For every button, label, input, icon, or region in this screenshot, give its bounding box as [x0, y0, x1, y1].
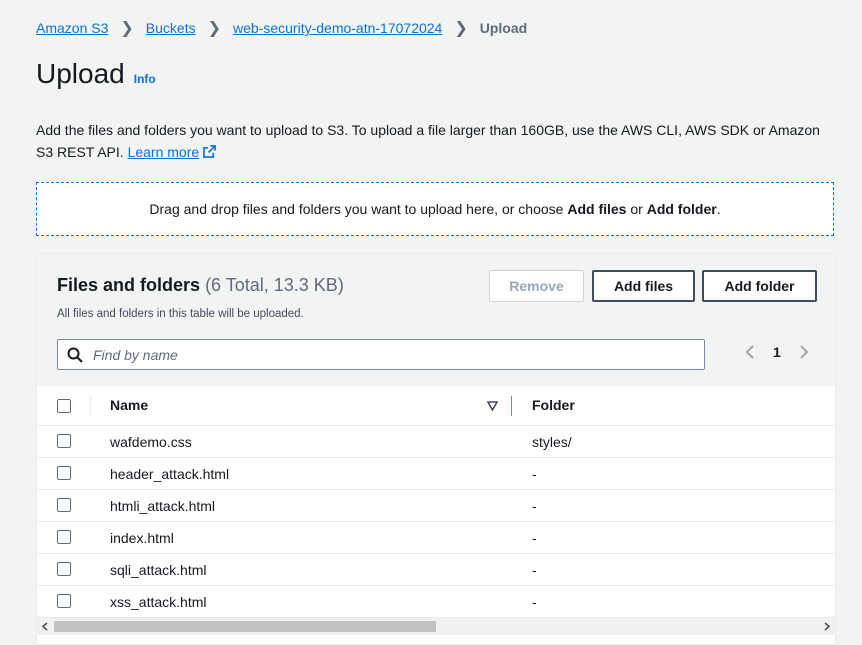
add-folder-button[interactable]: Add folder: [702, 270, 817, 302]
column-divider: [90, 396, 91, 416]
table-header: Name Folder: [37, 387, 835, 426]
column-resizer[interactable]: [511, 396, 512, 416]
breadcrumb-buckets[interactable]: Buckets: [146, 20, 196, 36]
file-name: sqli_attack.html: [110, 562, 207, 578]
dropzone-add-files: Add files: [567, 201, 627, 217]
files-and-folders-panel: Files and folders (6 Total, 13.3 KB) All…: [36, 253, 836, 645]
search-input[interactable]: [91, 345, 675, 364]
dropzone-suffix: .: [716, 201, 721, 217]
file-folder: -: [532, 530, 537, 546]
chevron-left-icon[interactable]: [743, 344, 757, 360]
panel-count: (6 Total, 13.3 KB): [205, 275, 344, 295]
chevron-right-icon: ❯: [120, 20, 134, 37]
table-row: header_attack.html -: [37, 458, 835, 490]
page-number[interactable]: 1: [773, 344, 781, 360]
scroll-right-icon[interactable]: [823, 622, 831, 631]
table-row: sqli_attack.html -: [37, 554, 835, 586]
panel-header: Files and folders (6 Total, 13.3 KB) All…: [37, 254, 835, 386]
upload-dropzone[interactable]: Drag and drop files and folders you want…: [36, 182, 834, 236]
file-folder: -: [532, 466, 537, 482]
file-folder: -: [532, 498, 537, 514]
horizontal-scrollbar[interactable]: [37, 617, 835, 635]
row-checkbox[interactable]: [57, 562, 71, 576]
breadcrumb-amazon-s3[interactable]: Amazon S3: [36, 20, 108, 36]
search-field[interactable]: [57, 339, 705, 370]
dropzone-prefix: Drag and drop files and folders you want…: [149, 201, 564, 217]
chevron-right-icon: ❯: [207, 20, 221, 37]
page-title: Upload Info: [36, 58, 156, 90]
table-row: htmli_attack.html -: [37, 490, 835, 522]
chevron-right-icon: ❯: [454, 20, 468, 37]
file-name: wafdemo.css: [110, 434, 192, 450]
table-row: wafdemo.css styles/: [37, 426, 835, 458]
page-title-text: Upload: [36, 58, 125, 89]
column-header-folder[interactable]: Folder: [532, 397, 575, 413]
file-folder: -: [532, 594, 537, 610]
learn-more-link[interactable]: Learn more: [128, 144, 217, 160]
breadcrumb-bucket[interactable]: web-security-demo-atn-17072024: [233, 20, 442, 36]
row-checkbox[interactable]: [57, 530, 71, 544]
dropzone-or: or: [630, 201, 643, 217]
remove-button[interactable]: Remove: [489, 270, 584, 302]
panel-subtitle: All files and folders in this table will…: [57, 308, 304, 320]
file-name: header_attack.html: [110, 466, 230, 482]
add-files-button[interactable]: Add files: [592, 270, 695, 302]
row-checkbox[interactable]: [57, 434, 71, 448]
chevron-right-icon[interactable]: [797, 344, 811, 360]
breadcrumb-current: Upload: [479, 20, 528, 36]
sort-desc-icon[interactable]: [487, 401, 498, 411]
table-row: xss_attack.html -: [37, 586, 835, 618]
file-folder: -: [532, 562, 537, 578]
file-folder: styles/: [532, 434, 572, 450]
row-checkbox[interactable]: [57, 498, 71, 512]
scroll-left-icon[interactable]: [41, 622, 49, 631]
info-link[interactable]: Info: [134, 72, 156, 86]
panel-title: Files and folders (6 Total, 13.3 KB): [57, 275, 344, 296]
pagination: 1: [743, 344, 811, 360]
file-name: htmli_attack.html: [110, 498, 216, 514]
panel-title-text: Files and folders: [57, 275, 201, 295]
learn-more-label: Learn more: [127, 144, 200, 160]
scrollbar-thumb[interactable]: [54, 621, 436, 632]
table-row: index.html -: [37, 522, 835, 554]
dropzone-add-folder: Add folder: [646, 201, 717, 217]
external-link-icon: [203, 145, 217, 158]
file-name: xss_attack.html: [110, 594, 207, 610]
file-name: index.html: [110, 530, 174, 546]
select-all-checkbox[interactable]: [57, 399, 71, 413]
row-checkbox[interactable]: [57, 594, 71, 608]
files-table: Name Folder wafdemo.css styles/ header_a…: [37, 387, 835, 618]
search-icon: [67, 347, 83, 363]
row-checkbox[interactable]: [57, 466, 71, 480]
breadcrumb: Amazon S3 ❯ Buckets ❯ web-security-demo-…: [36, 18, 527, 38]
page-description: Add the files and folders you want to up…: [36, 119, 836, 163]
column-header-name[interactable]: Name: [110, 397, 148, 413]
